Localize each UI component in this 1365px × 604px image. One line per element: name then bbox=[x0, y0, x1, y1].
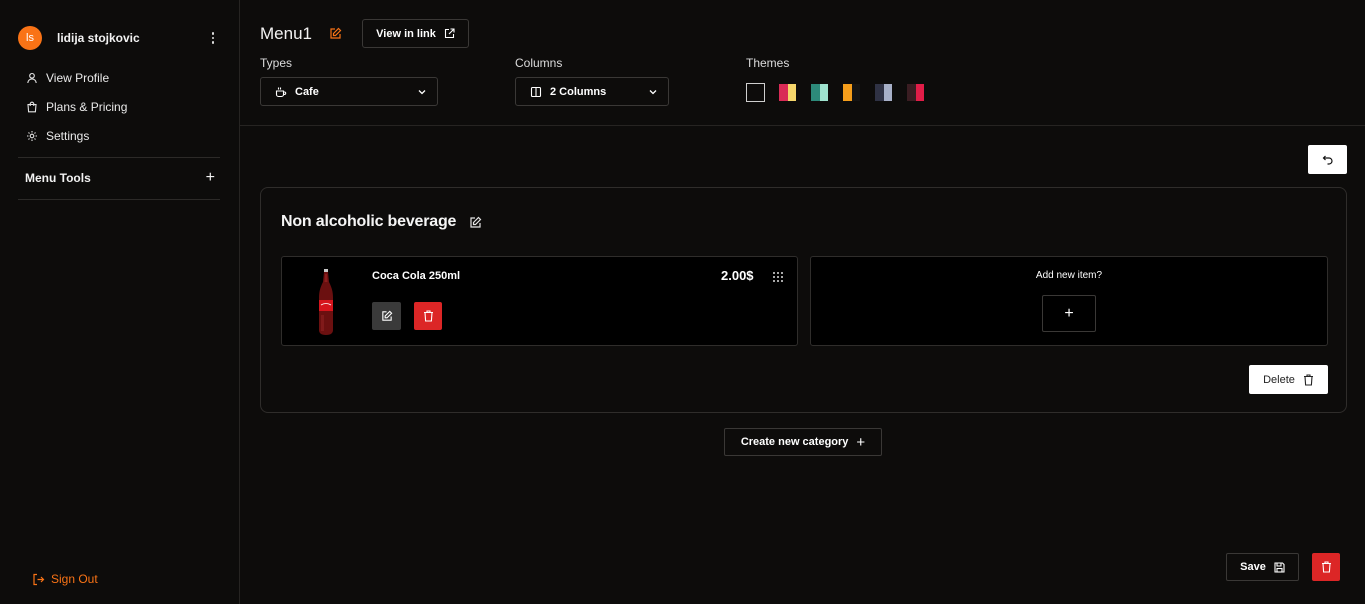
theme-swatch-3[interactable] bbox=[810, 83, 829, 102]
trash-icon bbox=[1303, 373, 1313, 386]
delete-menu-button[interactable] bbox=[1312, 553, 1340, 581]
sign-out-button[interactable]: Sign Out bbox=[32, 572, 98, 586]
columns-icon bbox=[530, 86, 542, 98]
columns-select[interactable]: 2 Columns bbox=[515, 77, 669, 106]
edit-icon bbox=[381, 310, 392, 321]
coffee-cup-icon bbox=[275, 86, 287, 98]
delete-category-label: Delete bbox=[1263, 373, 1295, 386]
create-category-button[interactable]: Create new category + bbox=[724, 428, 882, 456]
user-name: lidija stojkovic bbox=[57, 31, 140, 45]
shopping-bag-icon bbox=[27, 101, 37, 113]
divider bbox=[18, 157, 220, 158]
save-label: Save bbox=[1240, 561, 1266, 573]
add-menu-tool-icon[interactable]: + bbox=[206, 170, 215, 186]
drag-handle-icon[interactable] bbox=[773, 272, 783, 282]
themes-label: Themes bbox=[746, 56, 790, 70]
user-profile-row: ls lidija stojkovic bbox=[18, 26, 220, 50]
category-title: Non alcoholic beverage bbox=[281, 213, 457, 230]
columns-value: 2 Columns bbox=[550, 85, 607, 98]
chevron-down-icon bbox=[648, 87, 658, 97]
columns-label: Columns bbox=[515, 56, 563, 70]
menu-tools-section: Menu Tools + bbox=[25, 170, 215, 186]
plus-icon: + bbox=[856, 433, 866, 451]
avatar[interactable]: ls bbox=[18, 26, 42, 50]
sign-out-label: Sign Out bbox=[51, 572, 98, 586]
page-title: Menu1 bbox=[260, 24, 312, 43]
types-label: Types bbox=[260, 56, 293, 70]
theme-swatch-2[interactable] bbox=[778, 83, 797, 102]
theme-swatch-1[interactable] bbox=[746, 83, 765, 102]
sidebar-item-label: Plans & Pricing bbox=[46, 100, 128, 114]
theme-swatches bbox=[746, 83, 925, 102]
plus-icon: + bbox=[1064, 304, 1074, 322]
user-icon bbox=[27, 72, 37, 84]
save-button[interactable]: Save bbox=[1226, 553, 1299, 581]
undo-button[interactable] bbox=[1308, 145, 1347, 174]
chevron-down-icon bbox=[417, 87, 427, 97]
divider bbox=[18, 199, 220, 200]
undo-icon bbox=[1322, 155, 1333, 165]
add-item-button[interactable]: + bbox=[1042, 295, 1096, 332]
add-item-card: Add new item? + bbox=[810, 256, 1328, 346]
theme-swatch-4[interactable] bbox=[842, 83, 861, 102]
edit-item-button[interactable] bbox=[372, 302, 401, 330]
add-item-label: Add new item? bbox=[1035, 270, 1103, 281]
trash-icon bbox=[423, 310, 433, 322]
theme-swatch-6[interactable] bbox=[906, 83, 925, 102]
sidebar-item-label: Settings bbox=[46, 129, 90, 143]
logout-icon bbox=[33, 573, 45, 585]
delete-category-button[interactable]: Delete bbox=[1249, 365, 1328, 394]
menu-header: Menu1 View in link Types Cafe Columns 2 … bbox=[240, 0, 1365, 126]
edit-title-icon[interactable] bbox=[329, 27, 342, 40]
create-category-label: Create new category bbox=[740, 436, 849, 448]
types-value: Cafe bbox=[295, 85, 319, 98]
sidebar-item-view-profile[interactable]: View Profile bbox=[26, 70, 109, 86]
types-select[interactable]: Cafe bbox=[260, 77, 438, 106]
view-in-link-label: View in link bbox=[376, 27, 436, 40]
category-card: Non alcoholic beverage Coca Cola 250ml 2… bbox=[260, 187, 1347, 413]
theme-swatch-5[interactable] bbox=[874, 83, 893, 102]
coca-cola-bottle-image bbox=[319, 269, 333, 335]
external-link-icon bbox=[444, 28, 455, 39]
sidebar: ls lidija stojkovic View Profile Plans &… bbox=[0, 0, 240, 604]
delete-item-button[interactable] bbox=[414, 302, 442, 330]
gear-icon bbox=[27, 131, 37, 141]
menu-tools-label: Menu Tools bbox=[25, 171, 91, 185]
sidebar-item-settings[interactable]: Settings bbox=[26, 128, 89, 144]
sidebar-item-plans-pricing[interactable]: Plans & Pricing bbox=[26, 99, 127, 115]
menu-item-card: Coca Cola 250ml 2.00$ bbox=[281, 256, 798, 346]
more-options-icon[interactable] bbox=[210, 32, 216, 44]
save-icon bbox=[1274, 561, 1285, 573]
menu-item-price: 2.00$ bbox=[721, 268, 754, 283]
menu-item-name: Coca Cola 250ml bbox=[372, 270, 461, 282]
edit-category-icon[interactable] bbox=[469, 216, 482, 229]
sidebar-item-label: View Profile bbox=[46, 71, 110, 85]
main-content: Menu1 View in link Types Cafe Columns 2 … bbox=[240, 0, 1365, 604]
view-in-link-button[interactable]: View in link bbox=[362, 19, 469, 48]
trash-icon bbox=[1321, 561, 1331, 573]
